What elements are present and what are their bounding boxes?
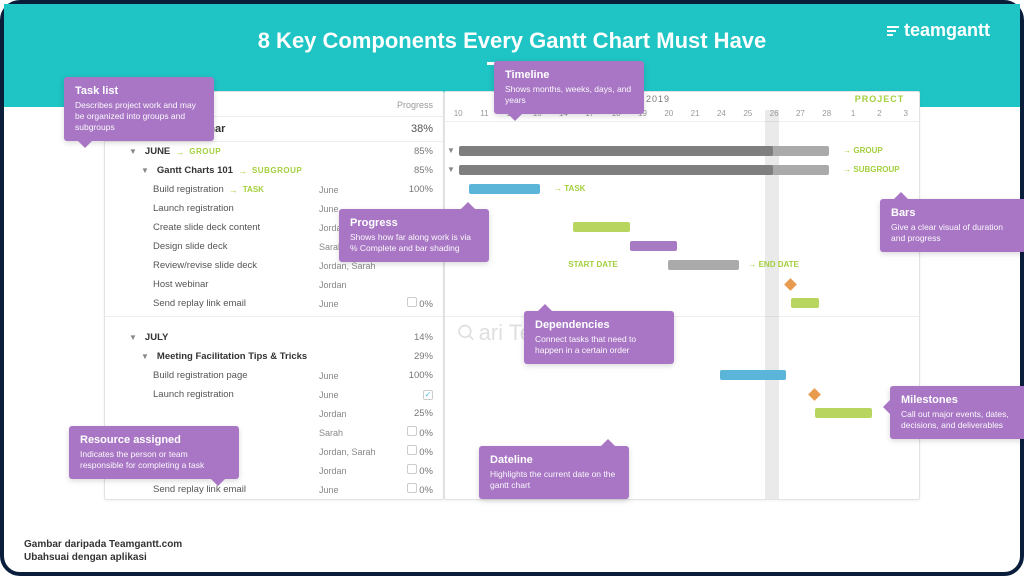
tooltip-tasklist: Task listDescribes project work and may … <box>64 77 214 141</box>
task-row[interactable]: Host webinarJordan <box>105 275 443 294</box>
subgroup-row[interactable]: ▼Meeting Facilitation Tips & Tricks29% <box>105 347 443 366</box>
checkbox-icon[interactable] <box>407 426 417 436</box>
task-row[interactable]: Jordan25% <box>105 404 443 423</box>
gantt-row <box>445 366 919 385</box>
task-bar[interactable] <box>668 260 739 270</box>
tooltip-milestones: MilestonesCall out major events, dates, … <box>890 386 1024 439</box>
date-cell: 2 <box>866 106 892 121</box>
gantt-row <box>445 328 919 347</box>
task-row[interactable]: Launch registrationJune✓ <box>105 385 443 404</box>
gantt-row <box>445 404 919 423</box>
image-credit: Gambar daripada Teamgantt.com Ubahsuai d… <box>24 538 182 564</box>
milestone-icon[interactable] <box>808 388 821 401</box>
page-title: 8 Key Components Every Gantt Chart Must … <box>34 28 990 54</box>
task-row[interactable]: Build registration → TASKJune100% <box>105 180 443 199</box>
tooltip-bars: BarsGive a clear visual of duration and … <box>880 199 1024 252</box>
brand-name: teamgantt <box>904 20 990 41</box>
brand-logo: teamgantt <box>887 20 990 41</box>
task-row[interactable]: Build registration pageJune100% <box>105 366 443 385</box>
gantt-row: ▼→ SUBGROUP <box>445 161 919 180</box>
checkbox-icon[interactable] <box>407 297 417 307</box>
milestone-icon[interactable] <box>784 278 797 291</box>
gantt-row: ▼→ GROUP <box>445 142 919 161</box>
gantt-row <box>445 275 919 294</box>
checkbox-icon[interactable]: ✓ <box>423 390 433 400</box>
group-row[interactable]: ▼JULY14% <box>105 328 443 347</box>
task-bar[interactable] <box>469 184 540 194</box>
date-cell: 21 <box>682 106 708 121</box>
caret-icon: ▼ <box>141 166 149 175</box>
caret-icon: ▼ <box>129 147 137 156</box>
checkbox-icon[interactable] <box>407 464 417 474</box>
date-cell: 25 <box>735 106 761 121</box>
gantt-row <box>445 294 919 313</box>
caret-icon[interactable]: ▼ <box>447 146 455 155</box>
gantt-row: START DATE→ END DATE <box>445 256 919 275</box>
date-cell: 3 <box>893 106 919 121</box>
project-label-right: PROJECT <box>840 92 919 106</box>
caret-icon[interactable]: ▼ <box>447 165 455 174</box>
progress-header: Progress <box>389 100 433 110</box>
date-cell: 1 <box>840 106 866 121</box>
gantt-row <box>445 237 919 256</box>
task-bar[interactable] <box>815 408 872 418</box>
main-content: PROJECT Progress GANTT CO.: Webinar 38% … <box>4 91 1020 500</box>
date-cell: 10 <box>445 106 471 121</box>
date-cell: 24 <box>708 106 734 121</box>
date-cell: 28 <box>814 106 840 121</box>
logo-icon <box>887 26 899 36</box>
gantt-row: → TASK <box>445 180 919 199</box>
gantt-row <box>445 385 919 404</box>
project-pct: 38% <box>389 123 433 135</box>
tooltip-timeline: TimelineShows months, weeks, days, and y… <box>494 61 644 114</box>
checkbox-icon[interactable] <box>407 445 417 455</box>
gantt-row <box>445 218 919 237</box>
tooltip-progress: ProgressShows how far along work is via … <box>339 209 489 262</box>
subgroup-row[interactable]: ▼Gantt Charts 101 → SUBGROUP 85% <box>105 161 443 180</box>
tooltip-resource: Resource assignedIndicates the person or… <box>69 426 239 479</box>
task-row[interactable]: Send replay link emailJune 0% <box>105 294 443 313</box>
caret-icon: ▼ <box>141 352 149 361</box>
gantt-row <box>445 347 919 366</box>
task-row[interactable]: Send replay link emailJune 0% <box>105 480 443 499</box>
date-cell: 27 <box>787 106 813 121</box>
group-row[interactable]: ▼JUNE → GROUP 85% <box>105 142 443 161</box>
date-cell: 20 <box>656 106 682 121</box>
timeline-panel: JUNE 2019 PROJECT 1011121314171819202124… <box>444 91 920 500</box>
task-bar[interactable] <box>573 222 630 232</box>
task-bar[interactable] <box>720 370 786 380</box>
task-bar[interactable] <box>630 241 677 251</box>
tooltip-dependencies: DependenciesConnect tasks that need to h… <box>524 311 674 364</box>
gantt-row <box>445 199 919 218</box>
checkbox-icon[interactable] <box>407 483 417 493</box>
tooltip-dateline: DatelineHighlights the current date on t… <box>479 446 629 499</box>
task-bar[interactable] <box>791 298 819 308</box>
caret-icon: ▼ <box>129 333 137 342</box>
